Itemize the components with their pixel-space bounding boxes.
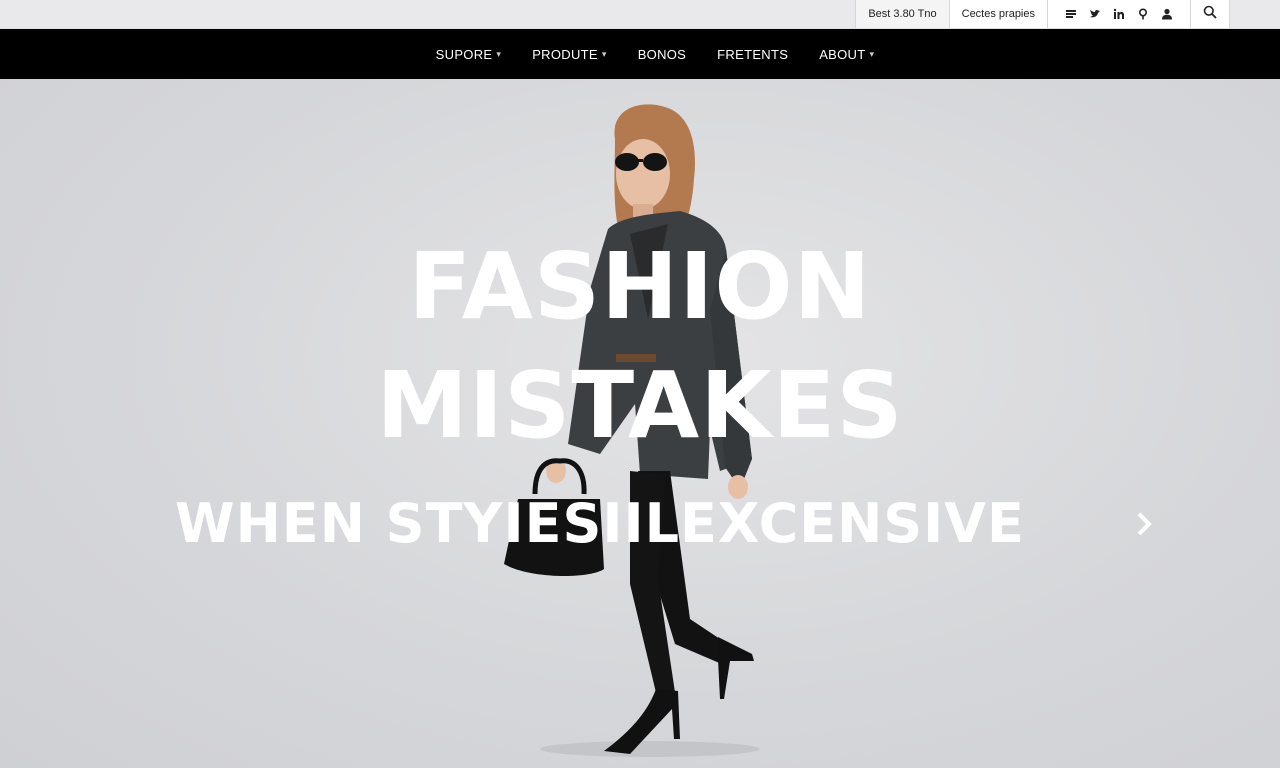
chevron-down-icon: ▾ (601, 48, 607, 59)
nav-item-label: BONOS (637, 46, 687, 62)
hero-banner: FASHION MISTAKES WHEN STYIESIILEXCENSIVE (0, 79, 1280, 768)
main-nav: SUPORE ▾ PRODUTE ▾ BONOS FRETENTS ABOUT … (0, 29, 1280, 79)
nav-item-label: PRODUTE (532, 46, 598, 62)
nav-item-label: FRETENTS (717, 46, 789, 62)
nav-item-about[interactable]: ABOUT ▾ (819, 47, 874, 62)
search-button[interactable] (1191, 0, 1230, 28)
linkedin-icon[interactable] (1110, 5, 1128, 23)
hero-subheadline: WHEN STYIESIILEXCENSIVE (175, 492, 1025, 555)
chevron-right-icon (1134, 511, 1154, 542)
nav-item-label: ABOUT (819, 46, 866, 62)
chevron-down-icon: ▾ (496, 48, 502, 59)
next-slide-button[interactable] (1130, 509, 1158, 543)
hero-headline-line1: FASHION (408, 233, 872, 340)
nav-list: SUPORE ▾ PRODUTE ▾ BONOS FRETENTS ABOUT … (436, 47, 875, 62)
hero-headline-line2: MISTAKES (376, 352, 904, 459)
search-icon (1203, 5, 1217, 24)
nav-item-bonos[interactable]: BONOS (638, 47, 686, 62)
bag-icon[interactable] (1062, 5, 1080, 23)
utility-link-2[interactable]: Cectes prapies (949, 0, 1048, 28)
utility-group: Best 3.80 Tno Cectes prapies (855, 0, 1230, 28)
utility-link-1[interactable]: Best 3.80 Tno (856, 0, 950, 28)
utility-icons (1048, 0, 1191, 28)
nav-item-fretents[interactable]: FRETENTS (717, 47, 788, 62)
user-icon[interactable] (1158, 5, 1176, 23)
nav-item-label: SUPORE (435, 46, 493, 62)
location-pin-icon[interactable] (1134, 5, 1152, 23)
chevron-down-icon: ▾ (869, 48, 875, 59)
utility-bar: Best 3.80 Tno Cectes prapies (0, 0, 1280, 28)
nav-item-supore[interactable]: SUPORE ▾ (436, 47, 502, 62)
nav-item-produte[interactable]: PRODUTE ▾ (532, 47, 607, 62)
twitter-icon[interactable] (1086, 5, 1104, 23)
